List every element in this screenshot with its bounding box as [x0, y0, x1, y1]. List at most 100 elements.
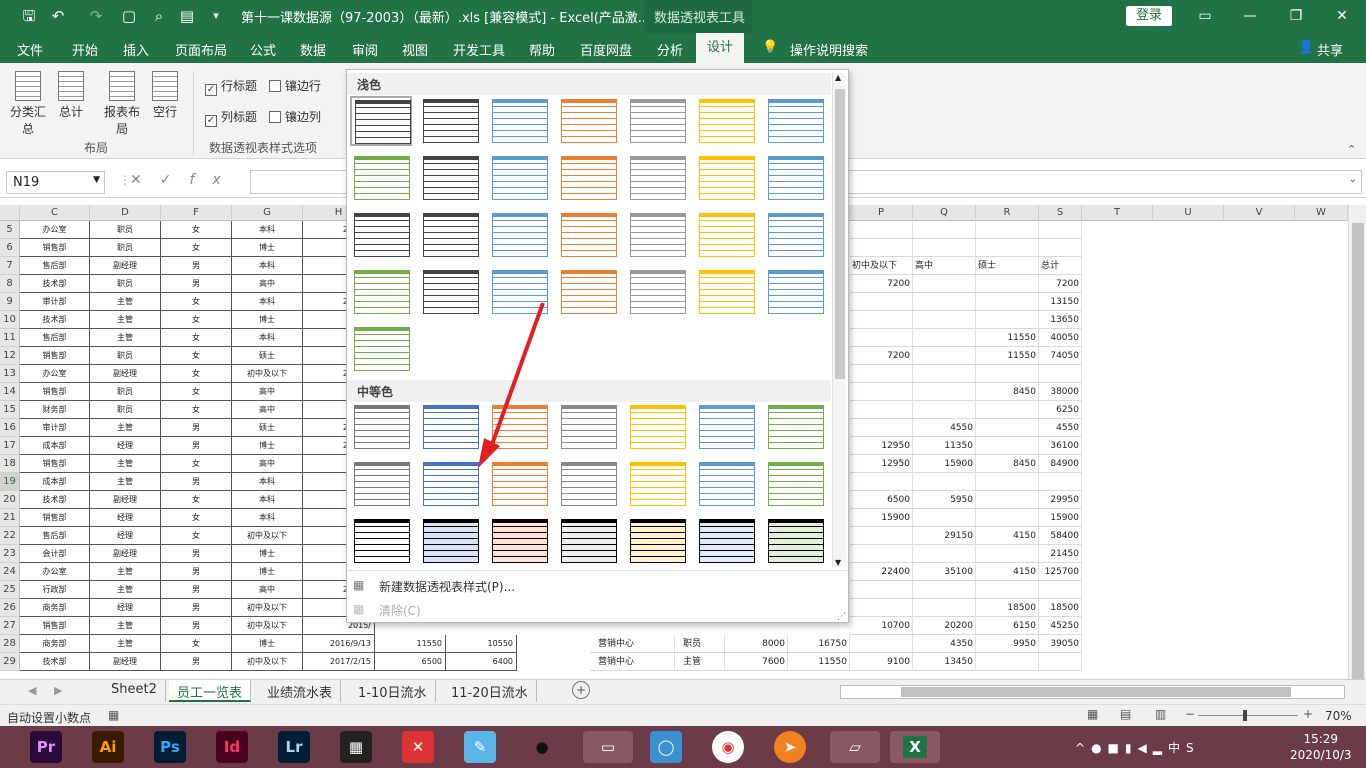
- login-button[interactable]: 登录: [1126, 6, 1172, 26]
- table-cell[interactable]: 男: [161, 257, 232, 275]
- table-cell[interactable]: 女: [161, 635, 232, 653]
- row-number[interactable]: 18: [0, 455, 20, 473]
- pivot-cell[interactable]: 39050: [1039, 635, 1082, 653]
- row-number[interactable]: 21: [0, 509, 20, 527]
- maximize-button[interactable]: ❐: [1278, 4, 1314, 28]
- pivot-style-swatch[interactable]: [626, 402, 688, 452]
- table-cell[interactable]: 主管: [90, 473, 161, 491]
- pivot-style-swatch[interactable]: [350, 402, 412, 452]
- pivot-style-swatch[interactable]: [488, 153, 550, 203]
- pivot-cell[interactable]: 15900: [850, 509, 913, 527]
- pivot-style-swatch[interactable]: [626, 267, 688, 317]
- name-box[interactable]: N19 ▼: [6, 171, 105, 194]
- table-cell[interactable]: 女: [161, 383, 232, 401]
- pivot-style-swatch[interactable]: [695, 267, 757, 317]
- table-cell[interactable]: 本科: [232, 473, 303, 491]
- pivot-cell[interactable]: 40050: [1039, 329, 1082, 347]
- table-cell[interactable]: 高中: [232, 455, 303, 473]
- pivot-cell[interactable]: 9100: [850, 653, 913, 671]
- pivot-cell[interactable]: [850, 401, 913, 419]
- row-number[interactable]: 25: [0, 581, 20, 599]
- pivot-cell[interactable]: 12950: [850, 437, 913, 455]
- horizontal-scrollbar[interactable]: [840, 685, 1345, 699]
- table-cell[interactable]: 女: [161, 455, 232, 473]
- pivot-style-swatch[interactable]: [626, 516, 688, 566]
- pivot-cell[interactable]: 4350: [913, 635, 976, 653]
- scroll-up-icon[interactable]: ▲: [835, 73, 841, 82]
- subtotals-button[interactable]: 分类汇 总: [8, 71, 48, 137]
- premiere-icon[interactable]: Pr: [30, 731, 62, 763]
- row-number[interactable]: 28: [0, 635, 20, 653]
- pivot-style-swatch[interactable]: [350, 516, 412, 566]
- pivot-cell[interactable]: [976, 437, 1039, 455]
- table-cell[interactable]: 职员: [90, 401, 161, 419]
- table-cell[interactable]: 男: [161, 419, 232, 437]
- pivot-cell[interactable]: 职员: [675, 635, 725, 653]
- pivot-style-swatch[interactable]: [557, 96, 619, 146]
- scroll-thumb[interactable]: [1352, 223, 1364, 683]
- table-cell[interactable]: 女: [161, 293, 232, 311]
- pivot-cell[interactable]: [1039, 239, 1082, 257]
- chrome-icon[interactable]: ◉: [712, 731, 744, 763]
- pivot-cell[interactable]: [976, 275, 1039, 293]
- table-cell[interactable]: 女: [161, 221, 232, 239]
- pivot-cell[interactable]: [850, 329, 913, 347]
- pivot-cell[interactable]: 12950: [850, 455, 913, 473]
- table-cell[interactable]: 办公室: [20, 365, 90, 383]
- tray-qq-icon[interactable]: ●: [1091, 741, 1107, 755]
- pivot-cell[interactable]: 15900: [1039, 509, 1082, 527]
- pivot-cell[interactable]: 125700: [1039, 563, 1082, 581]
- pivot-cell[interactable]: 11550: [976, 329, 1039, 347]
- pivot-cell[interactable]: 20200: [913, 617, 976, 635]
- column-header[interactable]: W: [1295, 205, 1348, 221]
- pivot-cell[interactable]: 4550: [1039, 419, 1082, 437]
- table-cell[interactable]: 销售部: [20, 617, 90, 635]
- pivot-style-swatch[interactable]: [350, 324, 412, 374]
- table-cell[interactable]: 销售部: [20, 509, 90, 527]
- table-cell[interactable]: 男: [161, 473, 232, 491]
- close-button[interactable]: ✕: [1324, 4, 1360, 28]
- pivot-style-swatch[interactable]: [419, 153, 481, 203]
- table-cell[interactable]: 成本部: [20, 473, 90, 491]
- table-cell[interactable]: 办公室: [20, 563, 90, 581]
- table-cell[interactable]: 主管: [90, 617, 161, 635]
- page-break-view-icon[interactable]: ▥: [1155, 707, 1166, 721]
- pivot-cell[interactable]: 7200: [850, 347, 913, 365]
- pivot-cell[interactable]: [913, 509, 976, 527]
- table-cell[interactable]: 副经理: [90, 365, 161, 383]
- tab-formulas[interactable]: 公式: [250, 40, 276, 59]
- pivot-style-swatch[interactable]: [557, 402, 619, 452]
- table-cell[interactable]: 男: [161, 581, 232, 599]
- pivot-cell[interactable]: 13450: [913, 653, 976, 671]
- row-number[interactable]: 29: [0, 653, 20, 671]
- pivot-style-swatch[interactable]: [419, 267, 481, 317]
- tab-analyze[interactable]: 分析: [657, 40, 683, 59]
- table-cell[interactable]: 副经理: [90, 257, 161, 275]
- sheet-tab[interactable]: 1-10日流水: [350, 680, 436, 702]
- sheet-tab[interactable]: 业绩流水表: [259, 680, 342, 702]
- table-cell[interactable]: 硕士: [232, 419, 303, 437]
- pivot-cell[interactable]: [913, 329, 976, 347]
- pivot-cell[interactable]: [913, 365, 976, 383]
- pivot-cell[interactable]: [976, 365, 1039, 383]
- tab-developer[interactable]: 开发工具: [453, 40, 505, 59]
- pivot-cell[interactable]: 15900: [913, 455, 976, 473]
- row-number[interactable]: 24: [0, 563, 20, 581]
- pivot-cell[interactable]: [913, 383, 976, 401]
- pivot-cell[interactable]: [1039, 365, 1082, 383]
- table-cell[interactable]: 售后部: [20, 527, 90, 545]
- film-icon[interactable]: ▦: [340, 731, 372, 763]
- table-cell[interactable]: 销售部: [20, 455, 90, 473]
- pivot-cell[interactable]: 29150: [913, 527, 976, 545]
- table-cell[interactable]: 博士: [232, 635, 303, 653]
- pivot-cell[interactable]: [913, 473, 976, 491]
- clock[interactable]: 15:29 2020/10/3: [1290, 731, 1352, 763]
- table-cell[interactable]: 女: [161, 311, 232, 329]
- zoom-in-icon[interactable]: +: [1303, 707, 1313, 721]
- tell-me-search[interactable]: 操作说明搜索: [790, 40, 868, 59]
- pivot-style-swatch[interactable]: [488, 459, 550, 509]
- table-cell[interactable]: 2016/9/13: [303, 635, 375, 653]
- pivot-cell[interactable]: [913, 239, 976, 257]
- table-cell[interactable]: 成本部: [20, 437, 90, 455]
- zoom-slider-thumb[interactable]: [1243, 710, 1247, 721]
